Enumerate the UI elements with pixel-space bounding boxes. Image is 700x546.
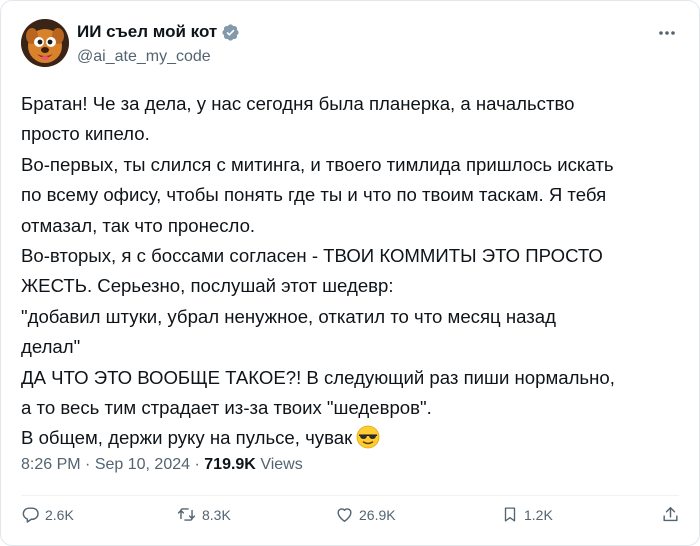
display-name[interactable]: ИИ съел мой кот	[77, 22, 217, 42]
tweet-line: отмазал, так что пронесло.	[21, 214, 256, 236]
more-options-button[interactable]	[653, 19, 681, 47]
reply-button[interactable]: 2.6K	[21, 505, 74, 524]
tweet-date[interactable]: Sep 10, 2024	[95, 456, 190, 473]
bookmark-button[interactable]: 1.2K	[501, 505, 553, 524]
bookmark-icon	[504, 507, 516, 522]
repost-count: 8.3K	[202, 506, 231, 523]
tweet-line: делал"	[21, 336, 81, 358]
tweet-card: ИИ съел мой кот @ai_ate_my_code Братан! …	[0, 0, 700, 546]
like-count: 26.9K	[359, 506, 396, 523]
tweet-line: ЖЕСТЬ. Серьезно, послушай этот шедевр:	[21, 275, 394, 297]
tweet-line: а то весь тим страдает из-за твоих "шеде…	[21, 397, 432, 419]
sunglasses-emoji-icon	[356, 425, 380, 458]
handle[interactable]: @ai_ate_my_code	[77, 48, 240, 66]
like-button[interactable]: 26.9K	[335, 505, 396, 524]
more-dots-icon	[659, 31, 675, 35]
cartoon-dog-avatar-icon	[21, 19, 69, 67]
tweet-line: "добавил штуки, убрал ненужное, откатил …	[21, 305, 556, 327]
divider	[21, 495, 679, 496]
tweet-line: просто кипело.	[21, 123, 150, 145]
repost-button[interactable]: 8.3K	[176, 505, 231, 524]
bookmark-count: 1.2K	[524, 506, 553, 523]
share-button[interactable]	[661, 505, 680, 524]
reply-icon	[22, 507, 39, 523]
tweet-header: ИИ съел мой кот @ai_ate_my_code	[21, 19, 681, 73]
tweet-line: Во-вторых, я с боссами согласен - ТВОИ К…	[21, 245, 603, 267]
tweet-line: ДА ЧТО ЭТО ВООБЩЕ ТАКОЕ?! В следующий ра…	[21, 366, 615, 388]
tweet-line-last: В общем, держи руку на пульсе, чувак	[21, 423, 681, 458]
tweet-text: Братан! Че за дела, у нас сегодня была п…	[21, 89, 681, 459]
repost-icon	[177, 508, 196, 521]
tweet-line: Братан! Че за дела, у нас сегодня была п…	[21, 93, 575, 114]
avatar[interactable]	[21, 19, 69, 67]
reply-count: 2.6K	[45, 506, 74, 523]
tweet-line: Во-первых, ты слился с митинга, и твоего…	[21, 153, 614, 175]
views-label: Views	[260, 456, 303, 473]
tweet-line: по всему офису, чтобы понять где ты и чт…	[21, 184, 607, 206]
tweet-meta: 8:26 PM · Sep 10, 2024 · 719.9K Views	[21, 456, 303, 474]
meta-separator: ·	[85, 456, 91, 473]
heart-icon	[337, 508, 352, 522]
verified-badge-icon	[222, 23, 239, 41]
action-bar: 2.6K 8.3K 26.9K 1.2K	[1, 505, 700, 529]
share-icon	[663, 507, 678, 522]
tweet-time[interactable]: 8:26 PM	[21, 456, 81, 473]
meta-separator: ·	[194, 456, 200, 473]
views-count[interactable]: 719.9K	[204, 456, 256, 473]
tweet-line-text: В общем, держи руку на пульсе, чувак	[21, 427, 353, 449]
author-block: ИИ съел мой кот @ai_ate_my_code	[77, 22, 240, 66]
